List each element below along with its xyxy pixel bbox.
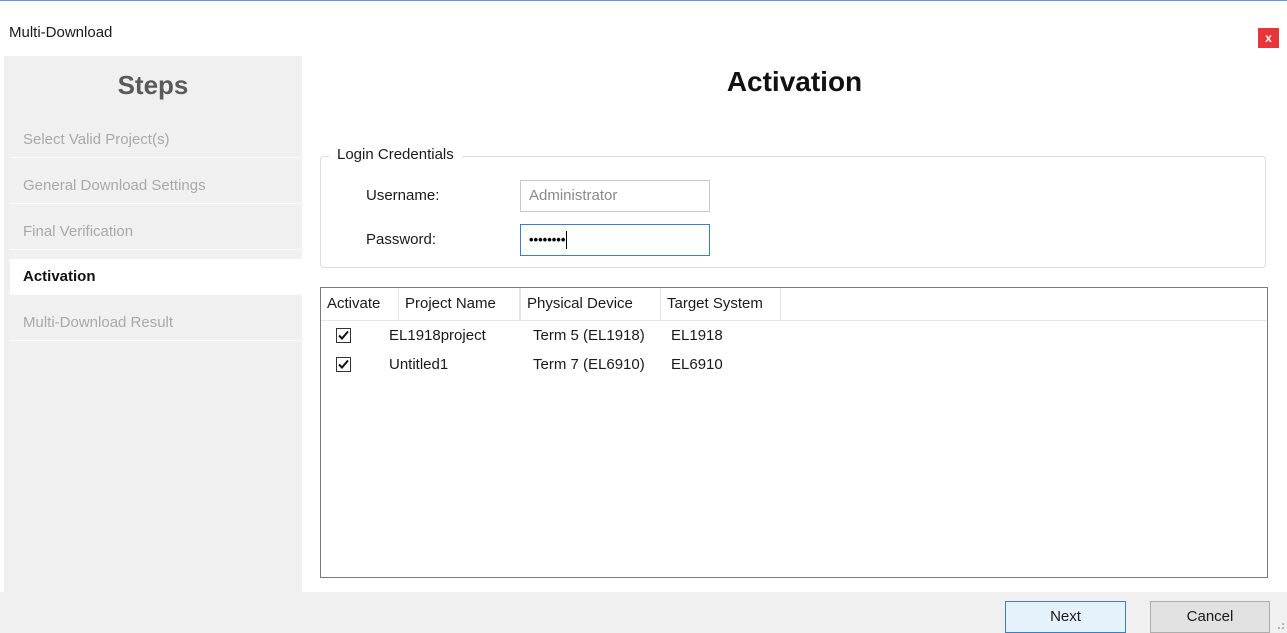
password-value: •••••••• [529, 232, 566, 247]
close-button[interactable]: x [1258, 28, 1279, 48]
column-header-activate[interactable]: Activate [321, 288, 399, 320]
project-name-cell: EL1918project [389, 327, 486, 344]
target-system-cell: EL1918 [671, 327, 723, 344]
password-field[interactable]: •••••••• [520, 224, 710, 256]
text-caret [566, 231, 568, 250]
projects-list[interactable]: Activate Project Name Physical Device Ta… [320, 287, 1268, 578]
step-final-verification[interactable]: Final Verification [10, 214, 302, 250]
username-field[interactable]: Administrator [520, 180, 710, 212]
multi-download-window: Multi-Download x Steps Select Valid Proj… [0, 0, 1287, 633]
login-credentials-group: Login Credentials [320, 146, 1266, 268]
close-icon: x [1265, 31, 1272, 45]
title-bar: Multi-Download x [0, 1, 1287, 56]
login-credentials-legend: Login Credentials [329, 146, 462, 163]
username-label: Username: [366, 187, 440, 204]
column-header-physical-device[interactable]: Physical Device [520, 288, 661, 320]
resize-grip-icon[interactable] [1275, 620, 1285, 630]
step-multi-download-result[interactable]: Multi-Download Result [10, 305, 302, 341]
physical-device-cell: Term 5 (EL1918) [533, 327, 645, 344]
column-header-target-system[interactable]: Target System [661, 288, 781, 320]
cancel-button[interactable]: Cancel [1150, 601, 1270, 633]
step-general-download-settings[interactable]: General Download Settings [10, 168, 302, 204]
checkmark-icon [338, 330, 349, 340]
checkmark-icon [338, 359, 349, 369]
table-row[interactable]: Untitled1 Term 7 (EL6910) EL6910 [321, 351, 1267, 379]
steps-sidebar: Steps Select Valid Project(s) General Do… [4, 56, 302, 592]
target-system-cell: EL6910 [671, 356, 723, 373]
project-name-cell: Untitled1 [389, 356, 449, 373]
column-header-project-name[interactable]: Project Name [399, 288, 520, 320]
step-activation[interactable]: Activation [10, 259, 302, 295]
sidebar-title: Steps [117, 70, 189, 100]
table-row[interactable]: EL1918project Term 5 (EL1918) EL1918 [321, 322, 1267, 350]
page-title: Activation [726, 66, 863, 97]
physical-device-cell: Term 7 (EL6910) [533, 356, 645, 373]
list-header: Activate Project Name Physical Device Ta… [321, 288, 1267, 321]
activate-checkbox[interactable] [336, 328, 351, 343]
next-button[interactable]: Next [1005, 601, 1126, 633]
activate-checkbox[interactable] [336, 357, 351, 372]
step-select-valid-projects[interactable]: Select Valid Project(s) [10, 122, 302, 158]
window-title: Multi-Download [9, 24, 113, 41]
password-label: Password: [366, 231, 437, 248]
username-value: Administrator [529, 187, 618, 204]
